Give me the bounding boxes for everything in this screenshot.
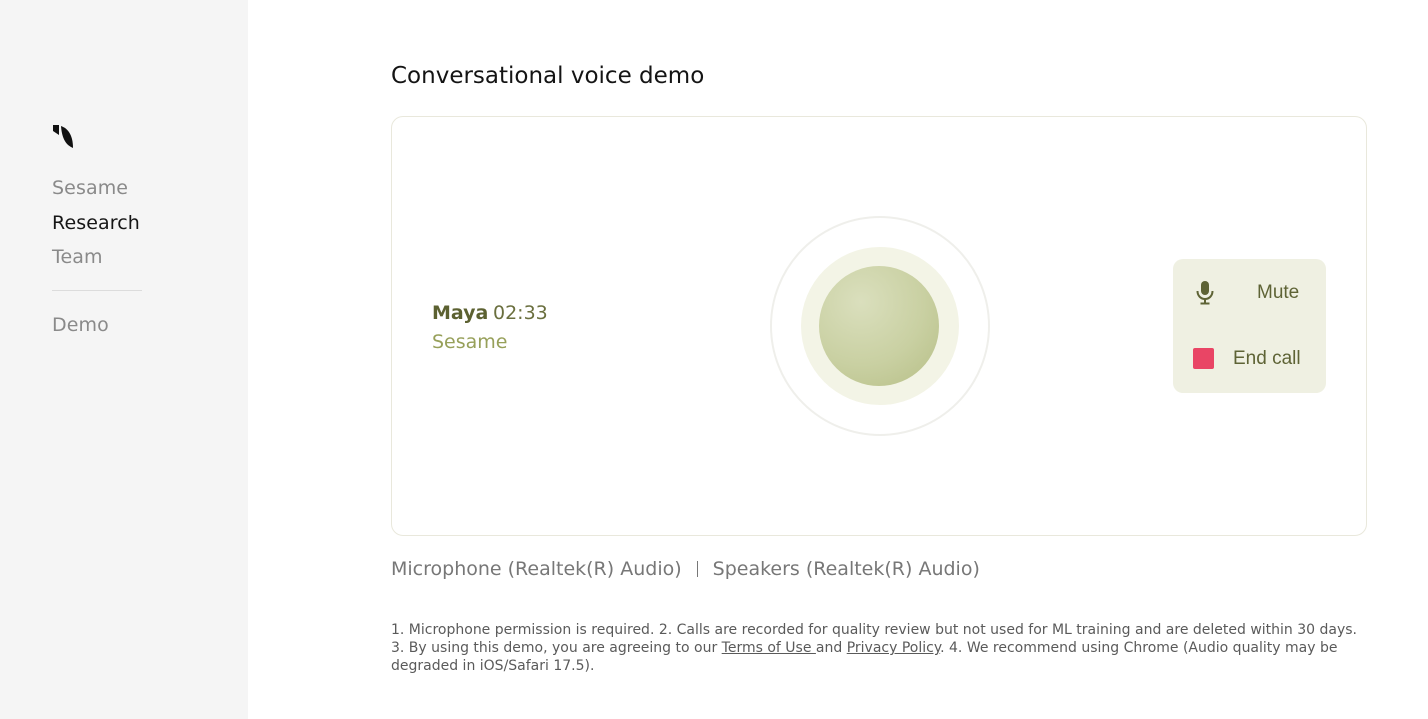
sidebar-item-research[interactable]: Research <box>52 212 140 234</box>
sidebar-item-team[interactable]: Team <box>52 246 103 268</box>
caller-name: Maya <box>432 302 489 324</box>
audio-devices: Microphone (Realtek(R) Audio) Speakers (… <box>391 558 980 580</box>
voice-visualizer-orb <box>819 266 939 386</box>
call-controls: Mute End call <box>1173 259 1326 393</box>
speakers-device[interactable]: Speakers (Realtek(R) Audio) <box>713 558 980 580</box>
footnote-and: and <box>815 640 847 656</box>
sidebar: Sesame Research Team Demo <box>0 0 248 719</box>
caller-org: Sesame <box>432 331 508 353</box>
microphone-icon <box>1196 281 1214 305</box>
mute-button[interactable]: Mute <box>1173 265 1326 319</box>
privacy-policy-link[interactable]: Privacy Policy <box>847 640 940 656</box>
mute-label: Mute <box>1257 282 1300 303</box>
sidebar-item-demo[interactable]: Demo <box>52 314 109 336</box>
call-timer: 02:33 <box>493 302 548 324</box>
page-title: Conversational voice demo <box>391 63 705 89</box>
devices-separator <box>696 561 698 577</box>
sidebar-divider <box>52 290 142 291</box>
call-card: Maya 02:33 Sesame Mute End call <box>391 116 1367 536</box>
microphone-device[interactable]: Microphone (Realtek(R) Audio) <box>391 558 682 580</box>
disclaimer-footnote: 1. Microphone permission is required. 2.… <box>391 621 1366 675</box>
end-call-button[interactable]: End call <box>1173 331 1326 385</box>
sesame-logo-icon[interactable] <box>52 124 76 150</box>
sidebar-item-sesame[interactable]: Sesame <box>52 177 128 199</box>
terms-of-use-link[interactable]: Terms of Use <box>722 640 816 656</box>
stop-square-icon <box>1193 348 1214 369</box>
end-call-label: End call <box>1233 348 1301 369</box>
